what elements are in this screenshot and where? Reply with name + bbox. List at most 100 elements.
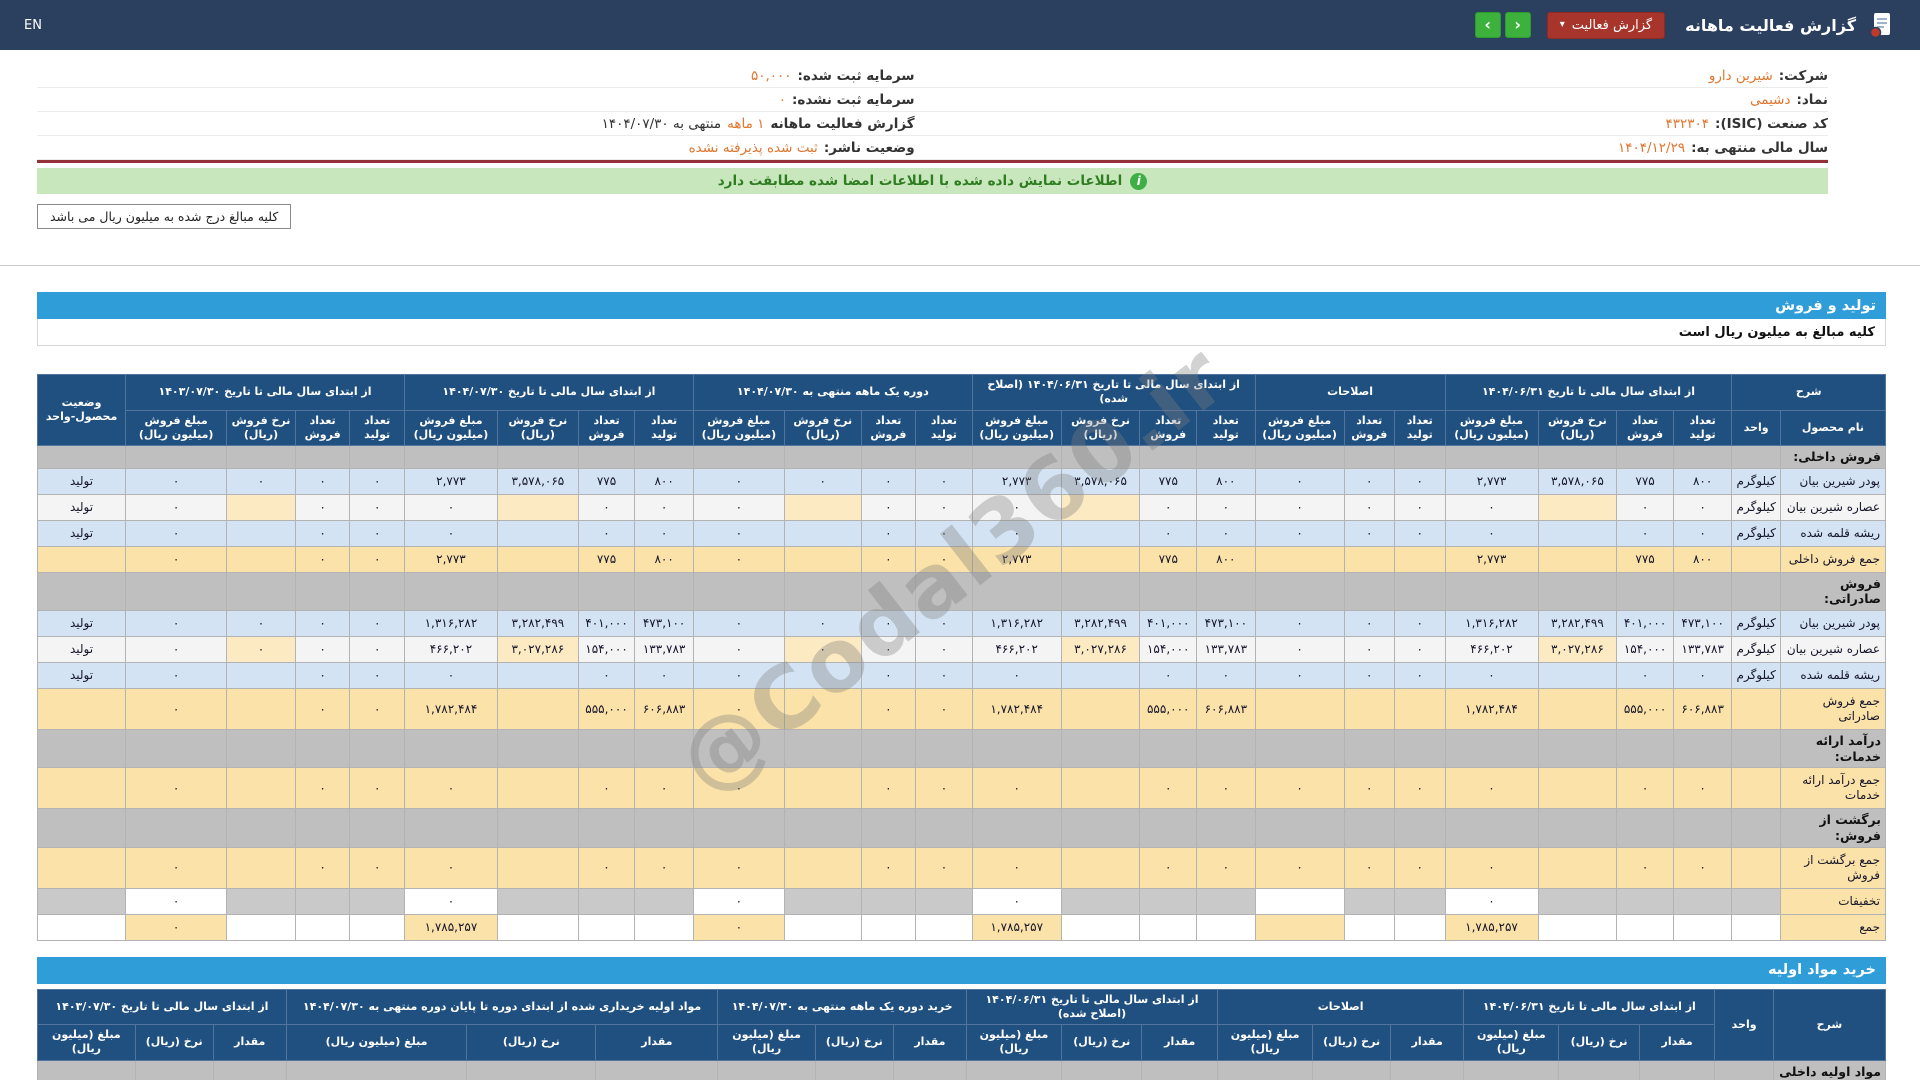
data-row: جمع درآمد ارائه خدمات ۰ ۰ ۰ ۰ ۰ ۰ ۰ ۰ ۰ ۰ ۰ ۰ ۰ ۰ ۰ ۰ ۰ ۰ [36, 767, 1887, 810]
cell: ۰ [1394, 610, 1446, 638]
cell: جمع برگشت از فروش [1779, 846, 1887, 889]
symbol-label: نماد: [1796, 91, 1828, 108]
cell: ۰ [226, 610, 296, 638]
cell: ۰ [1394, 493, 1446, 521]
column-header: مبلغ فروش (میلیون ریال) [125, 409, 228, 447]
data-row: ریشه قلمه شده کیلوگرم ۰ ۰ ۰ ۰ ۰ ۰ ۰ ۰ ۰ ۰ ۰ ۰ ۰ ۰ ۰ ۰ ۰ ۰ تو… [36, 662, 1887, 690]
language-switch-en[interactable]: EN [24, 18, 42, 33]
cell: ۴۶۶,۲۰۲ [1444, 636, 1539, 664]
cell: ۰ [915, 545, 973, 573]
cell: فروش داخلی: [1779, 445, 1887, 469]
cell [496, 519, 579, 547]
cell [1616, 913, 1674, 941]
data-row: تخفیفات ۰ ۰ ۰ ۰ ۰ [36, 887, 1887, 915]
cell [1394, 729, 1446, 769]
cell [971, 808, 1062, 848]
page: { "topbar": { "title": "گزارش فعالیت ماه… [0, 0, 1920, 1080]
cell: ۰ [915, 467, 973, 495]
column-header: نرخ (ریال) [814, 1024, 894, 1061]
fiscal-year-label: سال مالی منتهی به: [1691, 139, 1828, 156]
cell [1060, 913, 1141, 941]
cell: ۰ [1394, 662, 1446, 690]
cell [814, 1059, 894, 1080]
column-header: تعداد تولید [349, 409, 405, 447]
cell [226, 662, 296, 690]
cell: ۰ [1394, 846, 1446, 889]
cell [1060, 519, 1141, 547]
cell [36, 808, 127, 848]
cell: ۰ [971, 887, 1062, 915]
cell [1444, 729, 1539, 769]
next-report-button[interactable]: › [1504, 12, 1531, 38]
cell [692, 571, 785, 612]
cell [1537, 913, 1618, 941]
column-header: مبلغ (میلیون ریال) [285, 1024, 468, 1061]
cell [1731, 545, 1781, 573]
cell: ۱,۳۱۶,۲۸۲ [971, 610, 1062, 638]
cell [577, 571, 636, 612]
cell [783, 688, 862, 731]
cell: ۱,۷۸۲,۴۸۴ [403, 688, 498, 731]
company-value[interactable]: شیرین دارو [1709, 68, 1773, 84]
column-header: نرخ فروش (ریال) [1537, 409, 1618, 447]
cell [125, 571, 228, 612]
column-header: مبلغ فروش (میلیون ریال) [1444, 409, 1539, 447]
column-header: تعداد فروش [577, 409, 636, 447]
cell: ۰ [1343, 519, 1396, 547]
column-group-header: شرح [1772, 988, 1887, 1061]
data-row: پودر شیرین بیان کیلوگرم ۴۷۳,۱۰۰ ۴۰۱,۰۰۰ ۳,۲۸… [36, 610, 1887, 638]
report-document-icon [1866, 10, 1896, 40]
symbol-value[interactable]: دشیمی [1750, 92, 1790, 108]
cell: ۴۷۳,۱۰۰ [1196, 610, 1256, 638]
cell [634, 571, 694, 612]
data-row: پودر شیرین بیان کیلوگرم ۸۰۰ ۷۷۵ ۳,۵۷۸,۰۶۵ ۲,۷… [36, 467, 1887, 495]
cell: ۰ [226, 467, 296, 495]
previous-report-button[interactable]: ‹ [1474, 12, 1501, 38]
cell: ۰ [1672, 493, 1733, 521]
cell [634, 729, 694, 769]
cell: تولید [36, 467, 127, 495]
cell: ۷۷۵ [577, 467, 636, 495]
cell [1537, 767, 1618, 810]
column-group-header: از ابتدای سال مالی تا تاریخ ۱۴۰۴/۰۶/۳۱ (… [965, 988, 1219, 1026]
column-header: نرخ (ریال) [466, 1024, 597, 1061]
cell [915, 913, 973, 941]
cell: ۲,۷۷۳ [403, 545, 498, 573]
cell: ۰ [349, 467, 405, 495]
cell [1616, 445, 1674, 469]
cell: ۰ [971, 493, 1062, 521]
cell: ۸۰۰ [634, 545, 694, 573]
cell [783, 767, 862, 810]
cell: فروش صادراتی: [1779, 571, 1887, 612]
report-type-dropdown[interactable]: گزارش فعالیت ▾ [1546, 11, 1666, 39]
cell [1638, 1059, 1716, 1080]
cell: ۰ [971, 662, 1062, 690]
cell: ۷۷۵ [1616, 545, 1674, 573]
cell [1060, 808, 1141, 848]
cell: ۶۰۶,۸۸۳ [1196, 688, 1256, 731]
cell: ۰ [1139, 767, 1198, 810]
cell: ۰ [915, 767, 973, 810]
cell: ۰ [1343, 662, 1396, 690]
cell: ۰ [692, 662, 785, 690]
cell [226, 493, 296, 521]
cell [36, 767, 127, 810]
data-row: عصاره شیرین بیان کیلوگرم ۱۳۳,۷۸۳ ۱۵۴,۰۰۰ ۳,۰… [36, 636, 1887, 664]
cell: ۰ [1196, 519, 1256, 547]
cell: ۰ [1672, 846, 1733, 889]
top-navbar: گزارش فعالیت ماهانه گزارش فعالیت ▾ › ‹ E… [0, 0, 1920, 50]
cell [226, 519, 296, 547]
cell [1139, 808, 1198, 848]
cell: ۰ [403, 519, 498, 547]
cell: ۷۷۵ [1139, 467, 1198, 495]
cell: ۰ [1254, 519, 1345, 547]
section-divider [0, 265, 1920, 266]
cell [634, 445, 694, 469]
cell [1343, 913, 1396, 941]
registered-capital-label: سرمایه ثبت شده: [797, 67, 915, 84]
cell: ۰ [125, 662, 228, 690]
cell [915, 808, 973, 848]
unregistered-capital-value: ۰ [778, 91, 786, 108]
raw-materials-title: خرید مواد اولیه [1767, 962, 1876, 979]
cell: ۰ [1254, 662, 1345, 690]
